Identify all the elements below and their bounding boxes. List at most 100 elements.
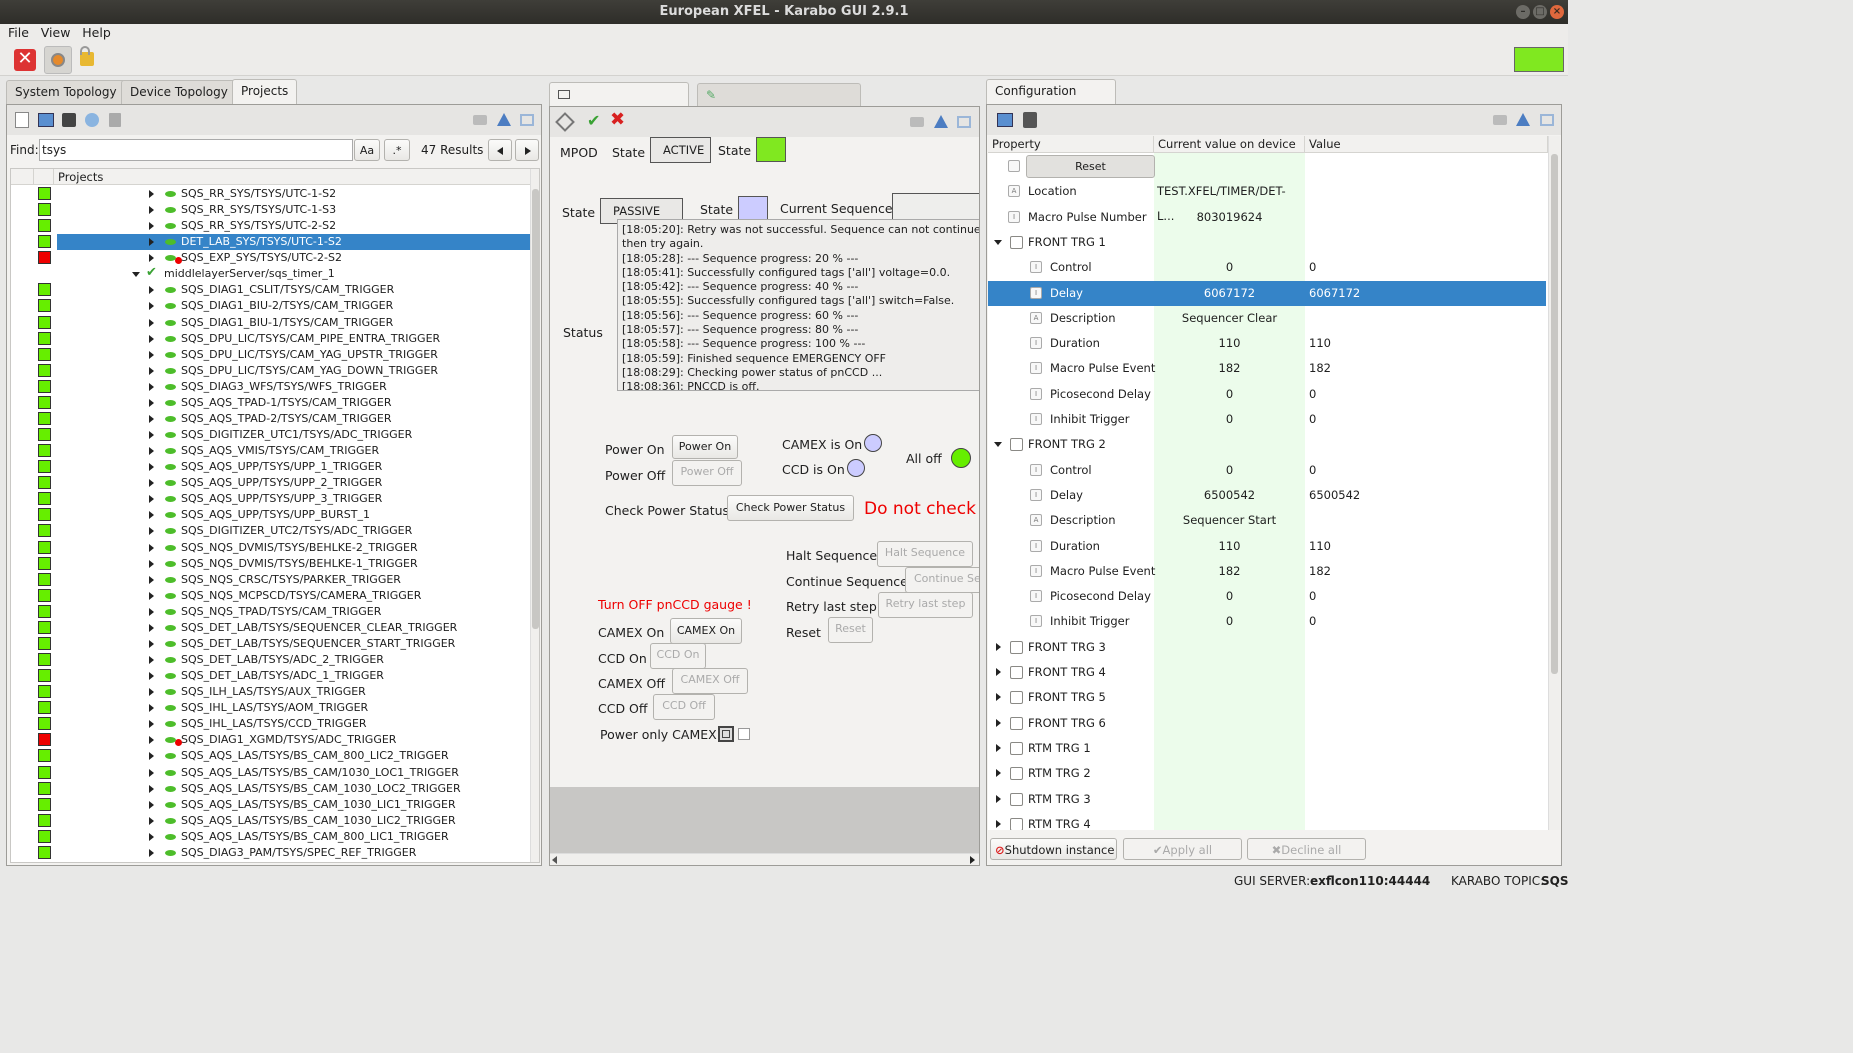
power-off-button[interactable]: Power Off <box>672 460 742 486</box>
expand-right-icon[interactable] <box>149 623 154 632</box>
expand-right-icon[interactable] <box>149 398 154 407</box>
node-checkbox[interactable] <box>1010 438 1023 452</box>
property-row[interactable]: FRONT TRG 6 <box>988 711 1546 736</box>
expand-right-icon[interactable] <box>149 366 154 375</box>
tree-scroll-handle[interactable] <box>532 189 539 629</box>
property-row[interactable]: I Duration 110 110 <box>988 534 1546 559</box>
expand-right-icon[interactable] <box>149 752 154 761</box>
expand-right-icon[interactable] <box>149 447 154 456</box>
expand-right-icon[interactable] <box>996 819 1001 828</box>
config-scroll-handle[interactable] <box>1551 154 1558 674</box>
shutdown-instance-button[interactable]: ⊘Shutdown instance <box>990 838 1117 860</box>
tree-row[interactable]: SQS_AQS_LAS/TSYS/BS_CAM/1030_LOC1_TRIGGE… <box>11 765 530 781</box>
expand-right-icon[interactable] <box>149 720 154 729</box>
editable-value[interactable]: 0 <box>1309 584 1316 609</box>
node-checkbox[interactable] <box>1010 792 1023 806</box>
reset-slot-button[interactable]: Reset <box>1026 155 1155 178</box>
tree-row[interactable]: SQS_RR_SYS/TSYS/UTC-1-S2 <box>11 186 530 202</box>
property-row[interactable]: A Location TEST.XFEL/TIMER/DET-L... <box>988 179 1546 223</box>
editable-value[interactable]: 0 <box>1309 407 1316 432</box>
tree-row[interactable]: SQS_NQS_DVMIS/TSYS/BEHLKE-2_TRIGGER <box>11 540 530 556</box>
col-current-value[interactable]: Current value on device <box>1154 136 1305 153</box>
expand-right-icon[interactable] <box>149 511 154 520</box>
col-value[interactable]: Value <box>1305 136 1548 153</box>
property-row[interactable]: I Picosecond Delay 0 0 <box>988 584 1546 609</box>
expand-right-icon[interactable] <box>149 318 154 327</box>
tree-row[interactable]: SQS_AQS_LAS/TSYS/BS_CAM_1030_LIC2_TRIGGE… <box>11 813 530 829</box>
camex-off-button[interactable]: CAMEX Off <box>672 668 748 694</box>
tree-row[interactable]: SQS_ILH_LAS/TSYS/AUX_TRIGGER <box>11 684 530 700</box>
tree-row[interactable]: SQS_EXP_SYS/TSYS/UTC-2-S2 <box>11 250 530 266</box>
tab-system-topology[interactable]: System Topology <box>6 80 126 104</box>
tree-scrollbar[interactable] <box>530 169 539 862</box>
property-row[interactable]: FRONT TRG 2 <box>988 432 1546 457</box>
undock-icon[interactable] <box>934 115 948 128</box>
expand-right-icon[interactable] <box>149 206 154 215</box>
ccd-on-button[interactable]: CCD On <box>650 643 706 669</box>
property-row[interactable]: I Control 0 0 <box>988 458 1546 483</box>
tree-row[interactable]: SQS_DIGITIZER_UTC1/TSYS/ADC_TRIGGER <box>11 427 530 443</box>
tree-row[interactable]: SQS_DPU_LIC/TSYS/CAM_PIPE_ENTRA_TRIGGER <box>11 331 530 347</box>
tree-row[interactable]: SQS_NQS_DVMIS/TSYS/BEHLKE-1_TRIGGER <box>11 556 530 572</box>
tree-row[interactable]: SQS_NQS_TPAD/TSYS/CAM_TRIGGER <box>11 604 530 620</box>
disconnect-icon[interactable]: ✕ <box>14 49 36 71</box>
maximize-icon[interactable]: □ <box>1533 5 1547 19</box>
menu-help[interactable]: Help <box>78 24 115 42</box>
find-next-button[interactable] <box>515 139 539 161</box>
expand-right-icon[interactable] <box>149 190 154 198</box>
expand-right-icon[interactable] <box>149 222 154 231</box>
new-project-icon[interactable] <box>15 112 29 128</box>
editable-value[interactable]: 0 <box>1309 382 1316 407</box>
expand-right-icon[interactable] <box>996 718 1001 727</box>
expand-right-icon[interactable] <box>149 800 154 809</box>
expand-right-icon[interactable] <box>149 591 154 600</box>
tree-row[interactable]: SQS_AQS_UPP/TSYS/UPP_BURST_1 <box>11 507 530 523</box>
expand-right-icon[interactable] <box>149 495 154 504</box>
tab-projects[interactable]: Projects <box>232 79 298 104</box>
editable-value[interactable]: 182 <box>1309 559 1331 584</box>
scene-hscrollbar[interactable] <box>550 853 979 865</box>
config-scrollbar[interactable] <box>1548 136 1560 830</box>
expand-right-icon[interactable] <box>149 479 154 488</box>
tree-row[interactable]: SQS_AQS_UPP/TSYS/UPP_3_TRIGGER <box>11 491 530 507</box>
property-row[interactable]: I Inhibit Trigger 0 0 <box>988 407 1546 432</box>
tree-row[interactable]: SQS_AQS_LAS/TSYS/BS_CAM_800_LIC2_TRIGGER <box>11 748 530 764</box>
expand-right-icon[interactable] <box>996 743 1001 752</box>
expand-right-icon[interactable] <box>149 672 154 681</box>
tree-row[interactable]: SQS_RR_SYS/TSYS/UTC-2-S2 <box>11 218 530 234</box>
undock-icon[interactable] <box>1516 113 1530 126</box>
tree-row[interactable]: SQS_AQS_LAS/TSYS/BS_CAM_800_LIC1_TRIGGER <box>11 829 530 845</box>
save-config-icon[interactable] <box>1023 112 1037 128</box>
maximize-panel-icon[interactable] <box>1540 114 1554 126</box>
tree-row[interactable]: SQS_AQS_VMIS/TSYS/CAM_TRIGGER <box>11 443 530 459</box>
property-row[interactable]: I Inhibit Trigger 0 0 <box>988 609 1546 634</box>
tab-configuration-editor[interactable]: Configuration Editor <box>986 79 1116 120</box>
menu-view[interactable]: View <box>37 24 75 42</box>
editable-value[interactable]: 0 <box>1309 458 1316 483</box>
expand-right-icon[interactable] <box>149 463 154 472</box>
tree-row[interactable]: SQS_DPU_LIC/TSYS/CAM_YAG_UPSTR_TRIGGER <box>11 347 530 363</box>
editable-value[interactable]: 182 <box>1309 356 1331 381</box>
node-checkbox[interactable] <box>1010 741 1023 755</box>
expand-right-icon[interactable] <box>149 414 154 423</box>
find-input[interactable]: tsys <box>39 139 353 161</box>
expand-right-icon[interactable] <box>149 704 154 713</box>
tree-row[interactable]: SQS_IHL_LAS/TSYS/AOM_TRIGGER <box>11 700 530 716</box>
expand-right-icon[interactable] <box>149 832 154 841</box>
find-previous-button[interactable] <box>488 139 512 161</box>
tab-power-proc-test[interactable]: power_proc_test✖ <box>549 82 689 123</box>
expand-right-icon[interactable] <box>149 688 154 697</box>
expand-right-icon[interactable] <box>149 382 154 391</box>
property-row[interactable]: I Picosecond Delay 0 0 <box>988 382 1546 407</box>
property-row[interactable]: FRONT TRG 4 <box>988 660 1546 685</box>
node-checkbox[interactable] <box>1010 666 1023 679</box>
retry-last-step-button[interactable]: Retry last step <box>878 592 973 618</box>
property-row[interactable]: FRONT TRG 5 <box>988 685 1546 710</box>
property-row[interactable]: RTM TRG 4 <box>988 812 1546 830</box>
property-row[interactable]: I Macro Pulse Event 182 182 <box>988 356 1546 381</box>
expand-right-icon[interactable] <box>149 768 154 777</box>
tree-row[interactable]: ✔ middlelayerServer/sqs_timer_1 <box>11 265 530 282</box>
editable-value[interactable]: 110 <box>1309 331 1331 356</box>
node-checkbox[interactable] <box>1010 691 1023 705</box>
expand-right-icon[interactable] <box>996 794 1001 803</box>
